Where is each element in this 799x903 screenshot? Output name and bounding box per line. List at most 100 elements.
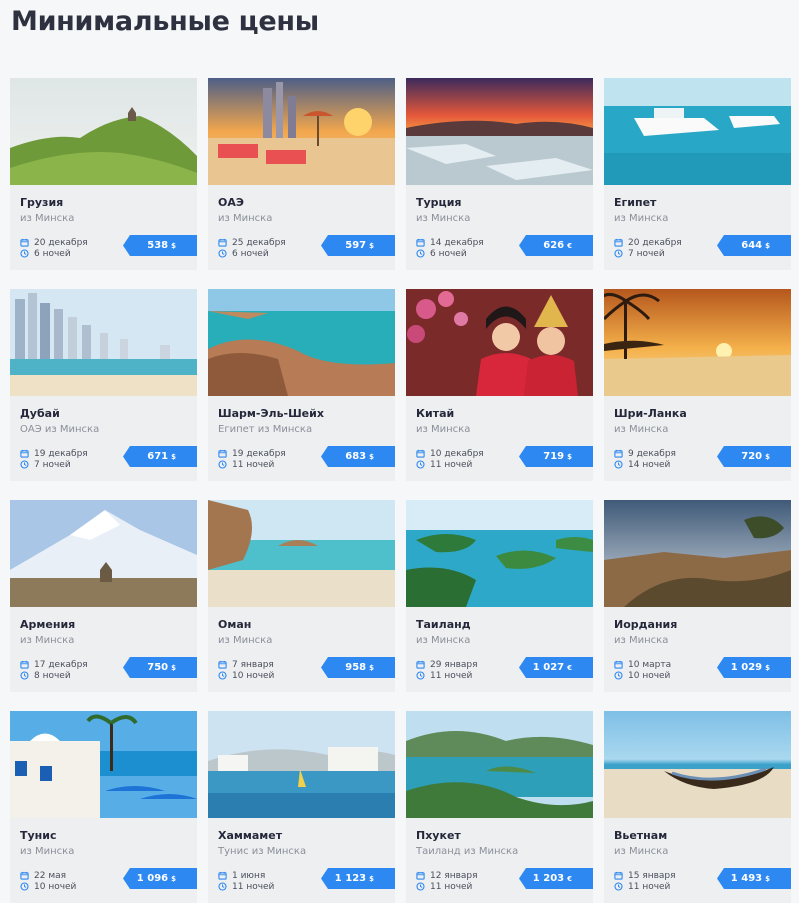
destination-origin: из Минска [218,213,273,224]
clock-icon [218,460,227,469]
destination-name[interactable]: Таиланд [416,618,471,631]
armenia-photo-graphic [10,500,197,607]
trip-meta: 22 мая 10 ночей [20,870,130,892]
destination-card[interactable]: Хаммамет Тунис из Минска 1 июня 11 ночей [208,711,395,903]
clock-icon [416,249,425,258]
duration-row: 11 ночей [218,459,328,470]
destination-card[interactable]: Турция из Минска 14 декабря 6 ночей 626 … [406,78,593,270]
trip-duration: 8 ночей [34,670,71,681]
georgia-photo[interactable] [10,78,197,185]
trip-duration: 11 ночей [430,459,473,470]
destination-name[interactable]: ОАЭ [218,196,244,209]
sharm-photo[interactable] [208,289,395,396]
srilanka-photo[interactable] [604,289,791,396]
thailand-photo[interactable] [406,500,593,607]
trip-duration: 11 ночей [232,881,275,892]
destination-card[interactable]: Иордания из Минска 10 марта 10 ночей 1 0… [604,500,791,692]
calendar-icon [20,660,29,669]
destination-card[interactable]: Грузия из Минска 20 декабря 6 ночей 538 … [10,78,197,270]
destination-name[interactable]: Дубай [20,407,60,420]
destination-card[interactable]: Египет из Минска 20 декабря 7 ночей 644 … [604,78,791,270]
duration-row: 10 ночей [614,670,724,681]
calendar-icon [20,871,29,880]
price-currency: $ [171,241,176,250]
destination-name[interactable]: Турция [416,196,461,209]
destination-name[interactable]: Египет [614,196,656,209]
price-badge[interactable]: 683 $ [321,446,395,467]
clock-icon [614,882,623,891]
price-badge[interactable]: 597 $ [321,235,395,256]
destination-name[interactable]: Тунис [20,829,57,842]
china-photo[interactable] [406,289,593,396]
destination-card[interactable]: Дубай ОАЭ из Минска 19 декабря 7 ночей 6… [10,289,197,481]
price-value: 750 [147,662,169,673]
price-value: 1 203 [532,873,565,884]
trip-duration: 6 ночей [232,248,269,259]
price-badge[interactable]: 720 $ [717,446,791,467]
price-value: 1 029 [730,662,763,673]
price-badge[interactable]: 626 € [519,235,593,256]
tunisia-photo[interactable] [10,711,197,818]
destination-name[interactable]: Китай [416,407,454,420]
price-badge[interactable]: 1 096 $ [123,868,197,889]
destination-card[interactable]: Пхукет Таиланд из Минска 12 января 11 но… [406,711,593,903]
destination-origin: Египет из Минска [218,424,313,435]
departure-date: 22 мая [34,870,67,881]
destination-name[interactable]: Шарм-Эль-Шейх [218,407,324,420]
price-badge[interactable]: 1 493 $ [717,868,791,889]
price-badge[interactable]: 671 $ [123,446,197,467]
turkey-photo[interactable] [406,78,593,185]
price-currency: € [567,663,572,672]
price-currency: $ [567,452,572,461]
clock-icon [416,671,425,680]
destination-card[interactable]: Шри-Ланка из Минска 9 декабря 14 ночей 7… [604,289,791,481]
price-badge[interactable]: 538 $ [123,235,197,256]
destination-name[interactable]: Пхукет [416,829,461,842]
vietnam-photo[interactable] [604,711,791,818]
egypt-photo[interactable] [604,78,791,185]
date-row: 19 декабря [218,448,328,459]
destination-name[interactable]: Вьетнам [614,829,667,842]
price-badge[interactable]: 750 $ [123,657,197,678]
destination-card[interactable]: ОАЭ из Минска 25 декабря 6 ночей 597 $ [208,78,395,270]
trip-meta: 1 июня 11 ночей [218,870,328,892]
price-badge[interactable]: 1 029 $ [717,657,791,678]
clock-icon [20,671,29,680]
departure-date: 1 июня [232,870,266,881]
clock-icon [416,460,425,469]
price-badge[interactable]: 1 203 € [519,868,593,889]
price-badge[interactable]: 719 $ [519,446,593,467]
destination-name[interactable]: Хаммамет [218,829,282,842]
destination-name[interactable]: Оман [218,618,251,631]
destination-card[interactable]: Тунис из Минска 22 мая 10 ночей 1 096 $ [10,711,197,903]
hammamet-photo[interactable] [208,711,395,818]
date-row: 15 января [614,870,724,881]
destination-card[interactable]: Шарм-Эль-Шейх Египет из Минска 19 декабр… [208,289,395,481]
trip-duration: 11 ночей [628,881,671,892]
price-value: 1 027 [532,662,565,673]
phuket-photo[interactable] [406,711,593,818]
jordan-photo[interactable] [604,500,791,607]
destination-name[interactable]: Грузия [20,196,63,209]
departure-date: 25 декабря [232,237,286,248]
price-badge[interactable]: 958 $ [321,657,395,678]
destination-card[interactable]: Китай из Минска 10 декабря 11 ночей 719 … [406,289,593,481]
price-badge[interactable]: 1 123 $ [321,868,395,889]
price-badge[interactable]: 1 027 € [519,657,593,678]
oman-photo[interactable] [208,500,395,607]
price-badge[interactable]: 644 $ [717,235,791,256]
destination-card[interactable]: Таиланд из Минска 29 января 11 ночей 1 0… [406,500,593,692]
duration-row: 11 ночей [416,670,526,681]
destination-origin: из Минска [218,635,273,646]
dubai-photo[interactable] [10,289,197,396]
destination-name[interactable]: Армения [20,618,75,631]
destination-name[interactable]: Иордания [614,618,677,631]
uae-photo[interactable] [208,78,395,185]
destination-card[interactable]: Оман из Минска 7 января 10 ночей 958 $ [208,500,395,692]
destination-card[interactable]: Армения из Минска 17 декабря 8 ночей 750… [10,500,197,692]
calendar-icon [416,238,425,247]
calendar-icon [614,449,623,458]
destination-name[interactable]: Шри-Ланка [614,407,687,420]
destination-card[interactable]: Вьетнам из Минска 15 января 11 ночей 1 4… [604,711,791,903]
armenia-photo[interactable] [10,500,197,607]
